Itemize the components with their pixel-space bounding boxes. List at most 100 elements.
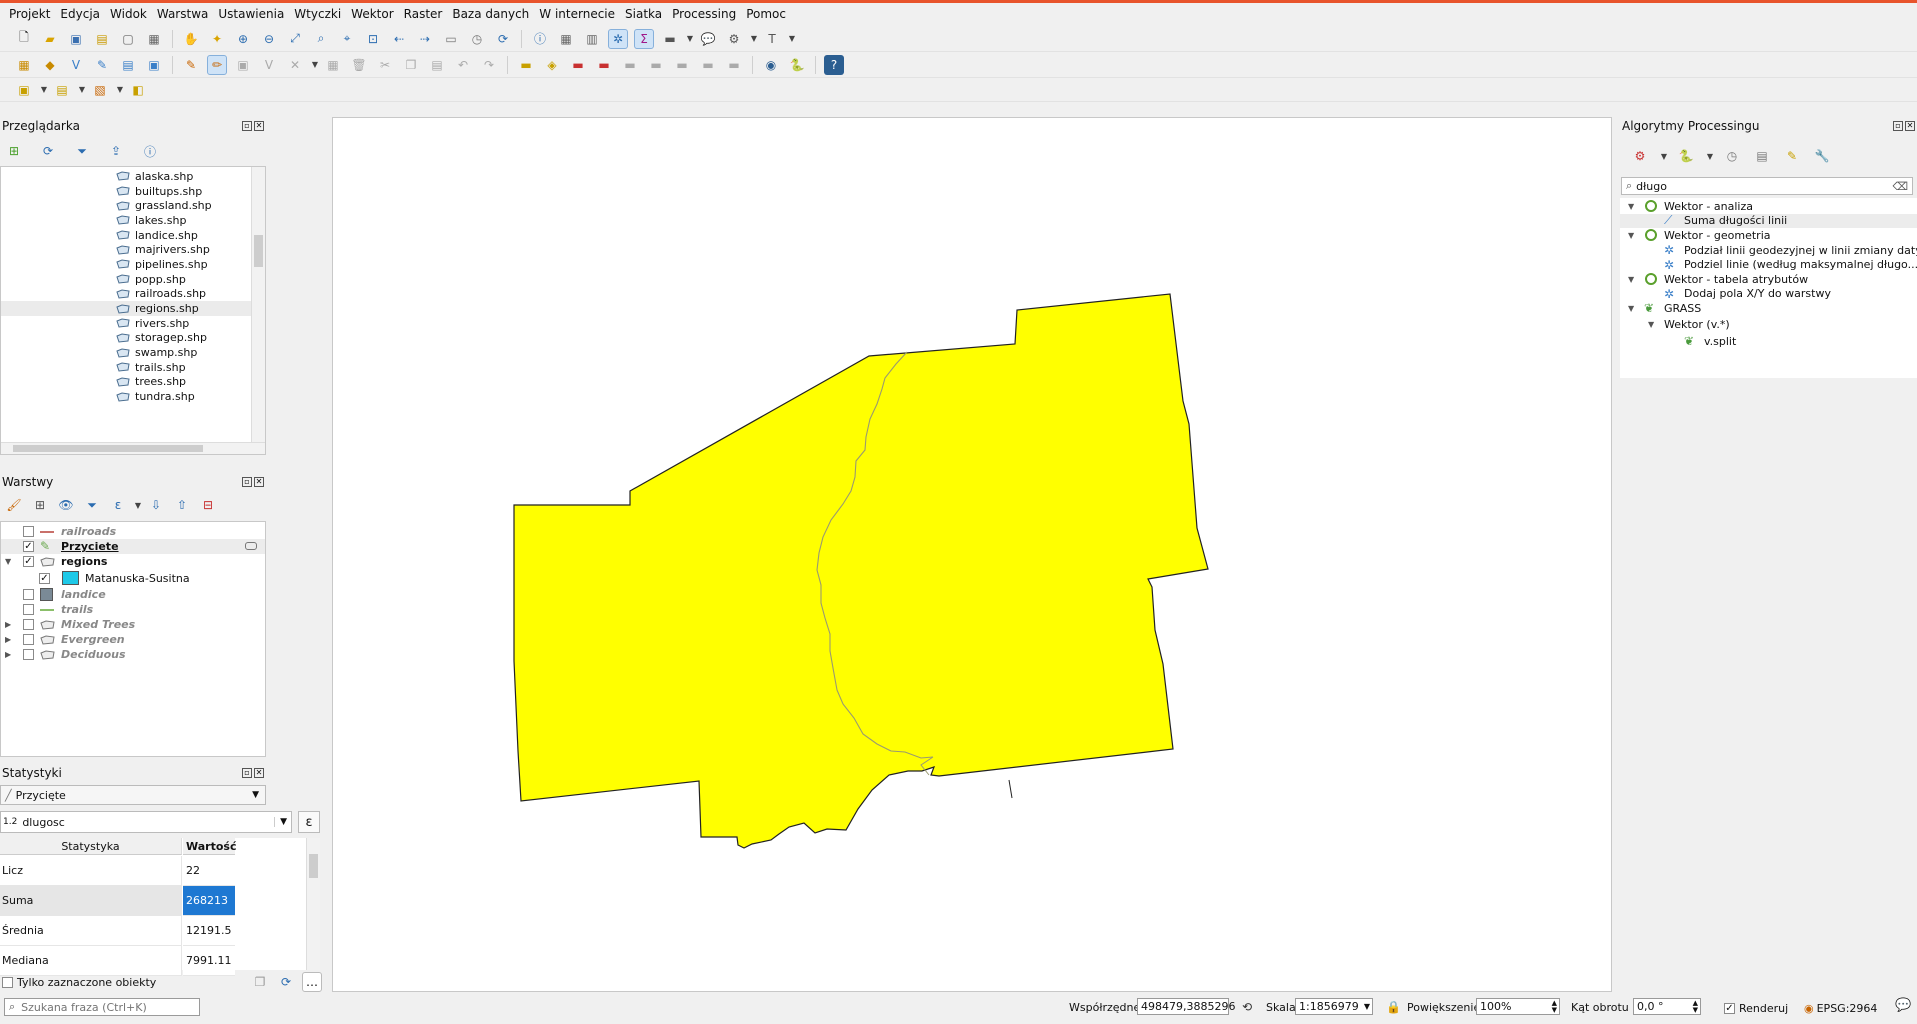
menu-wtyczki[interactable]: Wtyczki — [289, 7, 346, 21]
layer-indicator-icon[interactable] — [245, 542, 257, 551]
copy-features-icon[interactable]: ❐ — [401, 55, 421, 75]
menu-projekt[interactable]: Projekt — [4, 7, 55, 21]
help-icon[interactable]: ? — [824, 54, 844, 75]
scrollbar-thumb[interactable] — [254, 235, 263, 267]
browser-item[interactable]: trees.shp — [1, 375, 265, 390]
scale-input[interactable]: 1:1856979 ▼ — [1295, 998, 1373, 1015]
scripts-python-icon[interactable]: 🐍 — [1676, 146, 1696, 166]
browser-item[interactable]: tundra.shp — [1, 389, 265, 404]
processing-search-input[interactable]: ⌕ długo ⌫ — [1621, 177, 1913, 195]
browser-horizontal-scrollbar[interactable] — [1, 442, 265, 454]
rotation-input[interactable]: 0,0 ° ▲ ▼ — [1633, 998, 1701, 1015]
layers-tree[interactable]: railroads ✓ ✎ Przyciete ▼ ✓ regions ✓ Matanuska-… — [0, 521, 266, 757]
results-viewer-icon[interactable]: ▤ — [1752, 146, 1772, 166]
attribute-table-icon[interactable]: ▦ — [556, 29, 576, 49]
stats-row-value[interactable]: 268213 — [183, 886, 235, 916]
save-as-icon[interactable]: ▤ — [92, 29, 112, 49]
pin-labels-icon[interactable]: ▬ — [568, 55, 588, 75]
layer-visibility-checkbox[interactable]: ✓ — [39, 572, 50, 584]
identify-icon[interactable]: ⓘ — [530, 29, 550, 49]
digitize-icon[interactable]: V — [259, 55, 279, 75]
browser-item[interactable]: pipelines.shp — [1, 257, 265, 272]
pan-to-selection-icon[interactable]: ✦ — [207, 29, 227, 49]
close-panel-icon[interactable]: ✕ — [254, 477, 264, 487]
chevron-down-icon[interactable]: ▼ — [116, 80, 124, 100]
stats-row-value[interactable]: 7991.11 — [183, 946, 235, 976]
show-hide-labels-icon[interactable]: ▬ — [594, 55, 614, 75]
menu-warstwa[interactable]: Warstwa — [152, 7, 214, 21]
browser-item[interactable]: alaska.shp — [1, 169, 265, 184]
lock-scale-icon[interactable]: 🔒 — [1386, 1000, 1401, 1014]
select-location-icon[interactable]: ◧ — [128, 80, 148, 100]
stats-field-select[interactable]: 1.2 dlugosc ▼ — [0, 811, 292, 833]
scrollbar-thumb[interactable] — [309, 854, 318, 878]
measure-icon[interactable]: ▬ — [660, 29, 680, 49]
chevron-down-icon[interactable]: ▼ — [274, 817, 287, 827]
layer-visibility-checkbox[interactable] — [23, 649, 34, 661]
map-tips-icon[interactable]: 💬 — [698, 29, 718, 49]
browser-item[interactable]: swamp.shp — [1, 345, 265, 360]
new-geopackage-icon[interactable]: ◆ — [40, 55, 60, 75]
text-annotation-icon[interactable]: T — [762, 29, 782, 49]
processing-group[interactable]: ▼ Wektor - tabela atrybutów — [1620, 272, 1917, 287]
menu-siatka[interactable]: Siatka — [620, 7, 667, 21]
locator-search[interactable]: ⌕ — [4, 998, 200, 1016]
zoom-full-icon[interactable]: ⤢ — [285, 29, 305, 49]
filter-expression-icon[interactable]: ε — [108, 495, 128, 515]
open-project-icon[interactable]: ▰ — [40, 29, 60, 49]
chevron-right-icon[interactable]: ▶ — [5, 635, 11, 644]
python-console-icon[interactable]: 🐍 — [787, 55, 807, 75]
render-checkbox[interactable]: ✓ — [1724, 1002, 1735, 1014]
stats-row-label[interactable]: Średnia — [0, 916, 182, 946]
zoom-layer-icon[interactable]: ⌖ — [337, 29, 357, 49]
statistics-sum-icon[interactable]: Σ — [634, 28, 654, 49]
close-panel-icon[interactable]: ✕ — [254, 121, 264, 131]
filter-legend-icon[interactable]: ⏷ — [82, 495, 102, 515]
remove-layer-icon[interactable]: ⊟ — [198, 495, 218, 515]
data-source-manager-icon[interactable]: ▦ — [14, 55, 34, 75]
menu-ustawienia[interactable]: Ustawienia — [213, 7, 289, 21]
manage-visibility-icon[interactable]: 👁 — [56, 495, 76, 515]
save-edits-icon[interactable]: ▣ — [233, 55, 253, 75]
float-panel-icon[interactable]: ▫ — [1893, 121, 1903, 131]
chevron-down-icon[interactable]: ▼ — [311, 55, 319, 75]
browser-item[interactable]: builtups.shp — [1, 184, 265, 199]
chevron-down-icon[interactable]: ▼ — [1706, 146, 1714, 166]
zoom-selection-icon[interactable]: ⌕ — [311, 29, 331, 49]
refresh-icon[interactable]: ⟳ — [493, 29, 513, 49]
browser-tree[interactable]: alaska.shp builtups.shp grassland.shp lakes… — [0, 166, 266, 455]
coordinate-input[interactable]: 498479,3885296 — [1137, 998, 1235, 1015]
chevron-right-icon[interactable]: ▶ — [5, 650, 11, 659]
browser-vertical-scrollbar[interactable] — [251, 167, 265, 454]
chevron-down-icon[interactable]: ▼ — [1364, 1002, 1370, 1011]
processing-algorithm[interactable]: ⟋ Suma długości linii — [1620, 213, 1917, 229]
chevron-down-icon[interactable]: ▼ — [78, 80, 86, 100]
menu-processing[interactable]: Processing — [667, 7, 741, 21]
stats-row-value[interactable]: 12191.5 — [183, 916, 235, 946]
menu-widok[interactable]: Widok — [105, 7, 152, 21]
chevron-down-icon[interactable]: ▼ — [1628, 275, 1634, 284]
undo-icon[interactable]: ↶ — [453, 55, 473, 75]
processing-group[interactable]: ▼ ❦ GRASS — [1620, 301, 1917, 316]
new-shapefile-icon[interactable]: V — [66, 55, 86, 75]
expand-all-icon[interactable]: ⇩ — [146, 495, 166, 515]
options-wrench-icon[interactable]: 🔧 — [1812, 146, 1832, 166]
rotate-label-icon[interactable]: ▬ — [646, 55, 666, 75]
processing-toolbox-icon[interactable]: ✲ — [608, 28, 628, 49]
toggle-editing-icon[interactable]: ✏ — [207, 54, 227, 75]
messages-icon[interactable]: 💬 — [1895, 998, 1911, 1013]
processing-algorithm[interactable]: ✲ Dodaj pola X/Y do warstwy — [1620, 287, 1917, 302]
menu-w-internecie[interactable]: W internecie — [534, 7, 620, 21]
chevron-down-icon[interactable]: ▼ — [134, 495, 142, 515]
edit-pencil-icon[interactable]: ✎ — [181, 55, 201, 75]
stats-options-button[interactable]: … — [302, 972, 322, 992]
chevron-down-icon[interactable]: ▼ — [5, 557, 11, 566]
spin-arrows-icon[interactable]: ▲ ▼ — [1693, 999, 1698, 1014]
add-group-icon[interactable]: ⊞ — [30, 495, 50, 515]
spin-arrows-icon[interactable]: ▲ ▼ — [1552, 999, 1557, 1014]
save-project-icon[interactable]: ▣ — [66, 29, 86, 49]
browser-item[interactable]: popp.shp — [1, 272, 265, 287]
filter-icon[interactable]: ⏷ — [72, 141, 92, 161]
stats-col-header-statistic[interactable]: Statystyka — [0, 838, 182, 855]
refresh-stats-icon[interactable]: ⟳ — [276, 972, 296, 992]
